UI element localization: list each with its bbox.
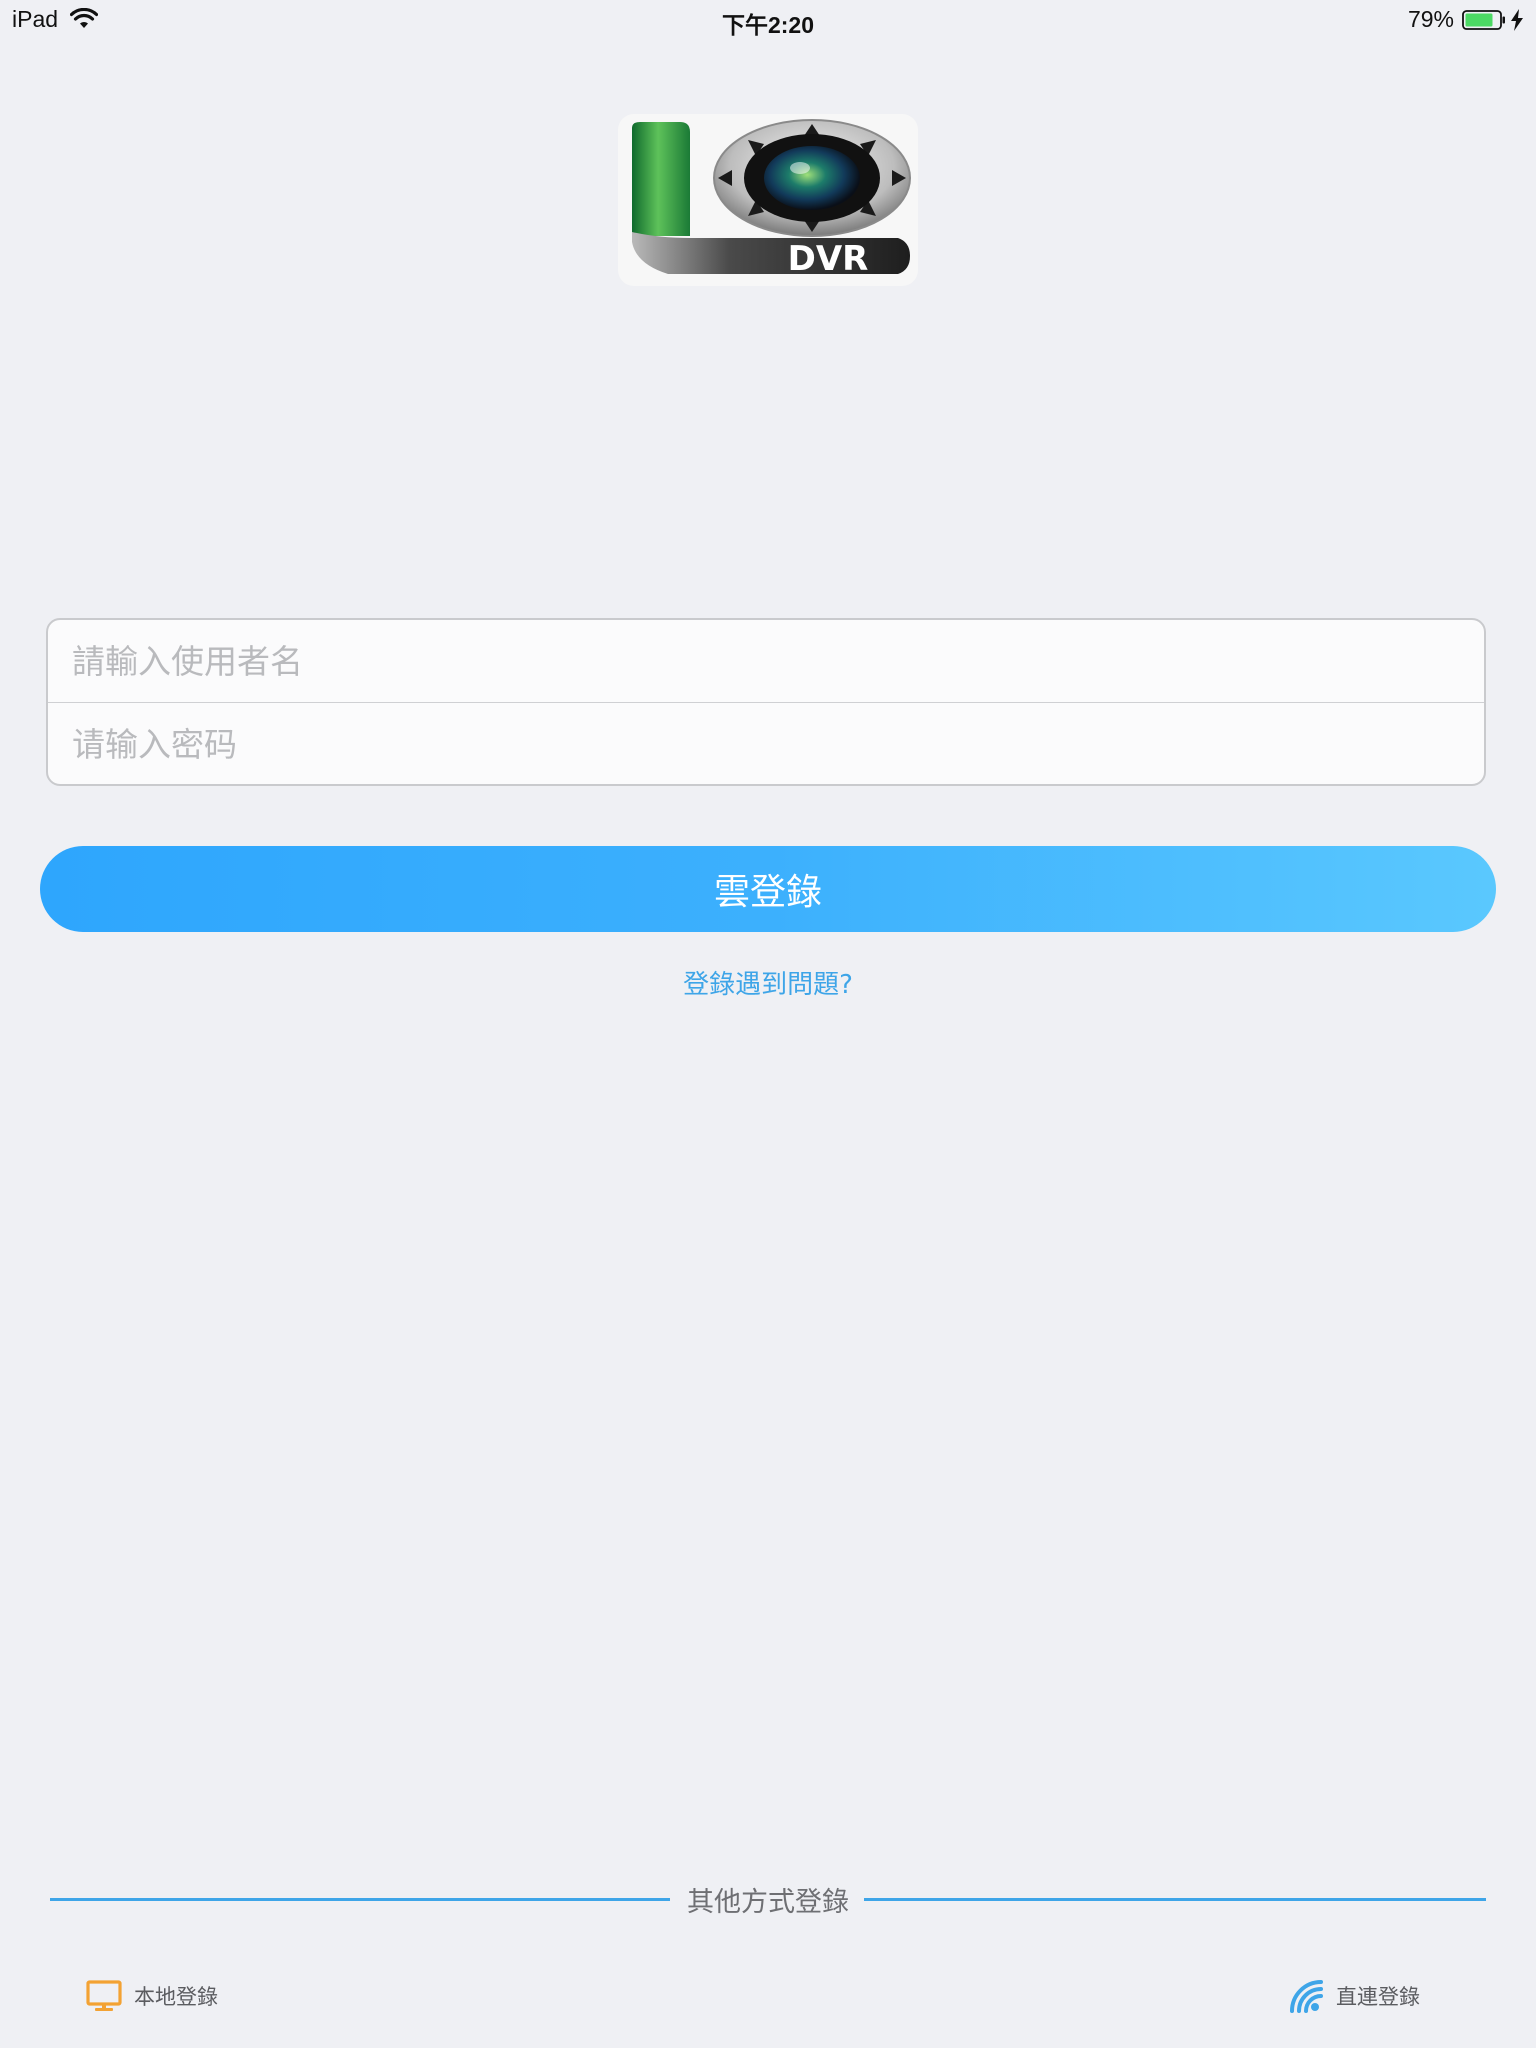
login-form xyxy=(46,618,1486,786)
battery-percent: 79% xyxy=(1407,6,1454,32)
login-help-link[interactable]: 登錄遇到問題? xyxy=(0,964,1536,1001)
clock: 下午2:20 xyxy=(721,12,815,38)
monitor-icon xyxy=(86,1980,122,2011)
local-login-label: 本地登錄 xyxy=(134,1985,218,2009)
other-methods-divider: 其他方式登錄 xyxy=(50,1876,1486,1922)
username-input[interactable] xyxy=(48,620,1484,702)
app-logo: DVR xyxy=(618,114,918,286)
password-row xyxy=(48,703,1484,784)
local-login-button[interactable]: 本地登錄 xyxy=(86,1978,218,2014)
wifi-signal-icon xyxy=(1290,1980,1323,2013)
direct-login-label: 直連登錄 xyxy=(1336,1985,1420,2009)
battery-icon xyxy=(1462,10,1505,30)
password-input[interactable] xyxy=(48,703,1484,784)
charging-bolt-icon xyxy=(1511,9,1523,31)
status-bar: iPad 下午2:20 79% xyxy=(0,0,1536,40)
divider-line-right xyxy=(864,1898,1486,1901)
direct-login-button[interactable]: 直連登錄 xyxy=(1288,1978,1420,2014)
username-row xyxy=(48,620,1484,703)
cloud-login-button[interactable]: 雲登錄 xyxy=(40,846,1496,932)
logo-text: DVR xyxy=(788,239,869,279)
